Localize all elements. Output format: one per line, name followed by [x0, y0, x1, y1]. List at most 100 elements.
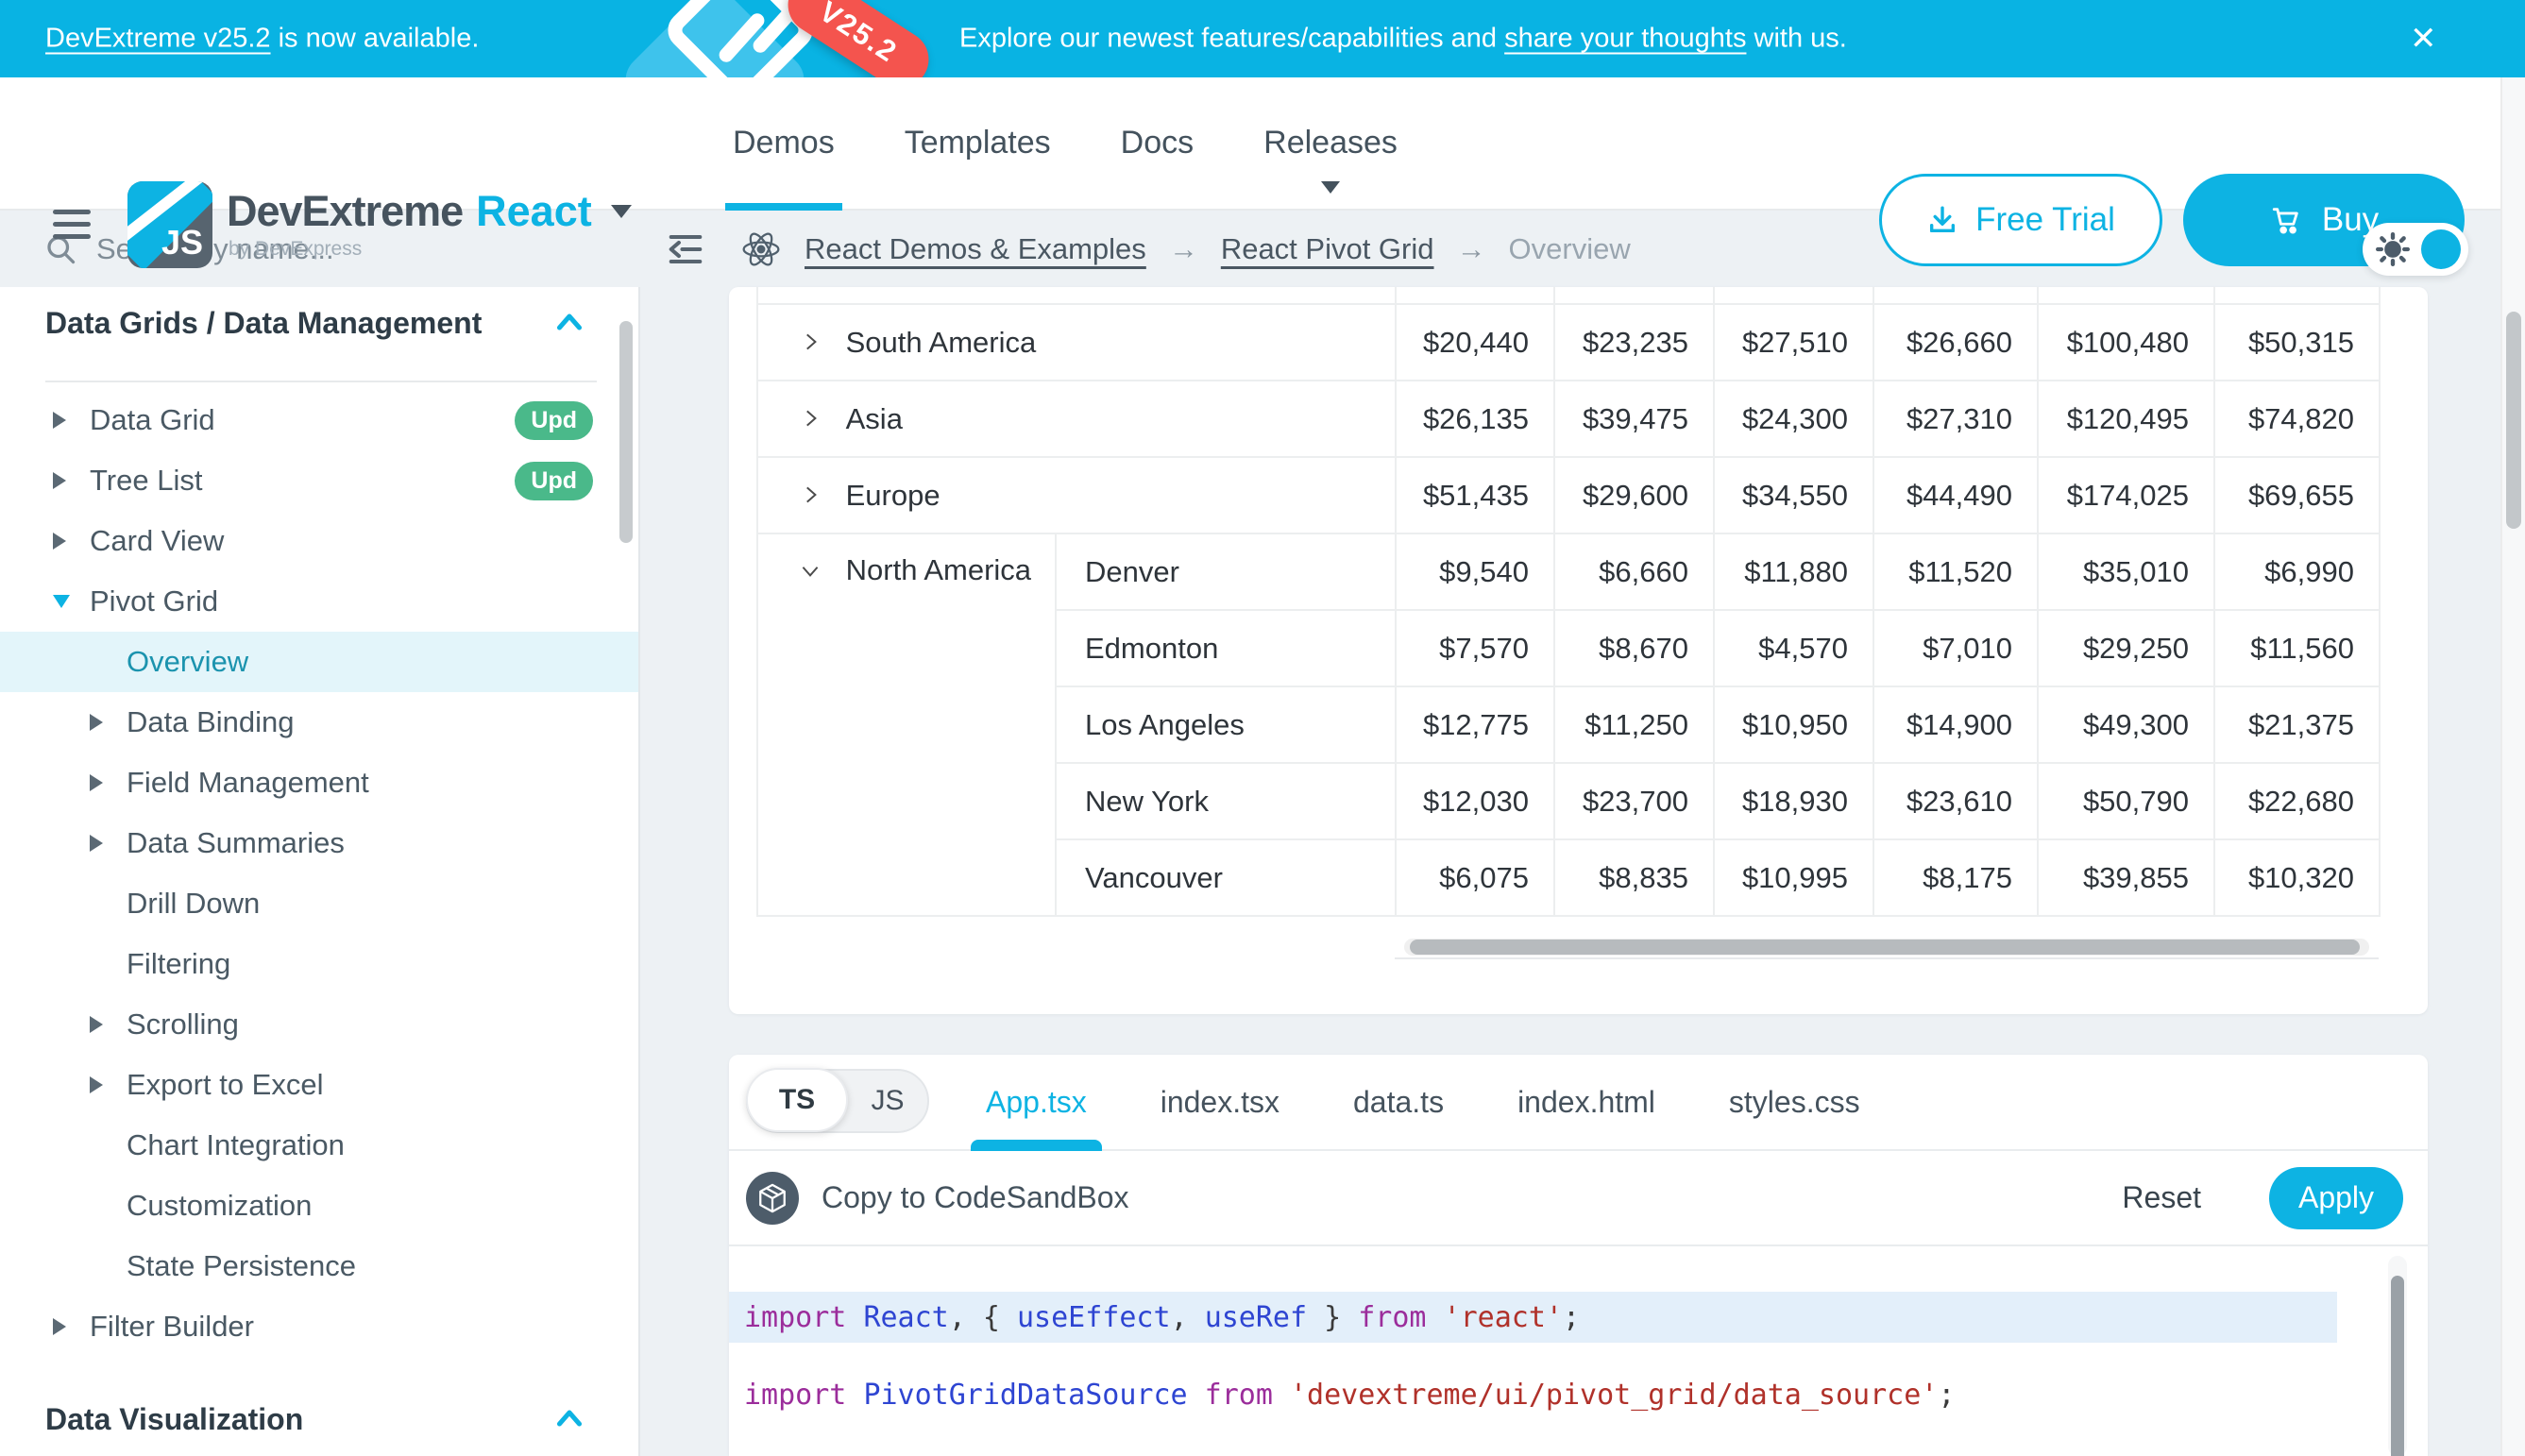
row-header-cell-north-america[interactable]: North America	[757, 533, 1056, 916]
codesandbox-icon[interactable]	[746, 1172, 799, 1225]
nav-releases[interactable]: Releases	[1263, 77, 1398, 209]
sidebar-item-filter-builder[interactable]: Filter Builder	[0, 1296, 638, 1357]
value-cell[interactable]: $44,490	[1873, 457, 2038, 533]
copy-to-codesandbox-label[interactable]: Copy to CodeSandBox	[822, 1180, 1129, 1215]
value-cell[interactable]: $8,175	[1873, 839, 2038, 916]
value-cell[interactable]: $49,300	[2038, 686, 2214, 763]
scrollbar-thumb[interactable]	[1410, 940, 2360, 955]
sidebar-item-scrolling[interactable]: Scrolling	[0, 994, 638, 1055]
value-cell[interactable]: $6,075	[1396, 839, 1554, 916]
sidebar-item-data-binding[interactable]: Data Binding	[0, 692, 638, 753]
city-cell[interactable]: Denver	[1056, 533, 1396, 610]
code-scrollbar[interactable]	[2388, 1256, 2407, 1456]
value-cell[interactable]: $26,135	[1396, 381, 1554, 457]
sidebar-item-filtering[interactable]: Filtering	[0, 934, 638, 994]
apply-button[interactable]: Apply	[2269, 1167, 2403, 1229]
value-cell[interactable]: $51,435	[1396, 457, 1554, 533]
value-cell[interactable]: $39,855	[2038, 839, 2214, 916]
theme-toggle[interactable]	[2363, 223, 2468, 276]
value-cell[interactable]: $24,300	[1714, 381, 1873, 457]
tab-data-ts[interactable]: data.ts	[1353, 1055, 1444, 1149]
breadcrumb-demos-link[interactable]: React Demos & Examples	[805, 232, 1146, 266]
value-cell[interactable]: $74,820	[2214, 381, 2380, 457]
value-cell[interactable]: $23,700	[1554, 763, 1714, 839]
value-cell[interactable]: $11,520	[1873, 533, 2038, 610]
value-cell[interactable]: $14,900	[1873, 686, 2038, 763]
value-cell[interactable]: $4,570	[1714, 610, 1873, 686]
city-cell[interactable]: Edmonton	[1056, 610, 1396, 686]
value-cell[interactable]: $23,610	[1873, 763, 2038, 839]
expand-chevron-right-icon[interactable]	[798, 406, 822, 431]
value-cell[interactable]: $120,495	[2038, 381, 2214, 457]
value-cell[interactable]: $11,250	[1554, 686, 1714, 763]
value-cell[interactable]: $174,025	[2038, 457, 2214, 533]
value-cell[interactable]: $7,010	[1873, 610, 2038, 686]
value-cell[interactable]: $10,320	[2214, 839, 2380, 916]
sidebar-item-chart-integration[interactable]: Chart Integration	[0, 1115, 638, 1176]
value-cell[interactable]: $50,790	[2038, 763, 2214, 839]
value-cell[interactable]: $6,660	[1554, 533, 1714, 610]
platform-dropdown-caret-icon[interactable]	[611, 205, 632, 218]
language-ts-option[interactable]: TS	[746, 1068, 848, 1132]
devextreme-logo[interactable]: JS	[127, 181, 212, 268]
value-cell[interactable]: $7,570	[1396, 610, 1554, 686]
sidebar-section-data-visualization[interactable]: Data Visualization	[0, 1383, 638, 1437]
breadcrumb-pivot-grid-link[interactable]: React Pivot Grid	[1221, 232, 1434, 266]
value-cell[interactable]: $11,880	[1714, 533, 1873, 610]
expand-chevron-right-icon[interactable]	[798, 330, 822, 354]
tab-app-tsx[interactable]: App.tsx	[986, 1055, 1087, 1149]
sidebar-item-state-persistence[interactable]: State Persistence	[0, 1236, 638, 1296]
value-cell[interactable]: $10,950	[1714, 686, 1873, 763]
value-cell[interactable]: $34,550	[1714, 457, 1873, 533]
scrollbar-track[interactable]	[1404, 939, 2369, 956]
value-cell[interactable]: $21,375	[2214, 686, 2380, 763]
sidebar-item-field-management[interactable]: Field Management	[0, 753, 638, 813]
nav-demos[interactable]: Demos	[733, 77, 835, 209]
sidebar-section-data-grids[interactable]: Data Grids / Data Management	[0, 287, 638, 341]
hamburger-menu-icon[interactable]	[53, 210, 91, 246]
page-scrollbar[interactable]	[2500, 77, 2525, 1456]
sidebar-scrollbar[interactable]	[618, 287, 635, 1456]
row-header-cell[interactable]: South America	[757, 304, 1396, 381]
nav-templates[interactable]: Templates	[905, 77, 1051, 209]
nav-docs[interactable]: Docs	[1121, 77, 1194, 209]
value-cell[interactable]: $8,835	[1554, 839, 1714, 916]
sidebar-item-customization[interactable]: Customization	[0, 1176, 638, 1236]
brand[interactable]: DevExtreme React	[227, 187, 632, 236]
sidebar-scrollbar-thumb[interactable]	[619, 321, 633, 543]
reset-button[interactable]: Reset	[2122, 1180, 2201, 1215]
share-thoughts-link[interactable]: share your thoughts	[1504, 24, 1746, 54]
value-cell[interactable]: $39,475	[1554, 381, 1714, 457]
pivot-horizontal-scrollbar[interactable]	[1395, 935, 2379, 959]
value-cell[interactable]: $9,540	[1396, 533, 1554, 610]
row-header-cell[interactable]: Asia	[757, 381, 1396, 457]
row-header-cell[interactable]: Europe	[757, 457, 1396, 533]
value-cell[interactable]: $50,315	[2214, 304, 2380, 381]
code-editor[interactable]: import React, { useEffect, useRef } from…	[729, 1246, 2428, 1456]
value-cell[interactable]: $20,440	[1396, 304, 1554, 381]
sidebar-item-card-view[interactable]: Card View	[0, 511, 638, 571]
value-cell[interactable]: $6,990	[2214, 533, 2380, 610]
sidebar-item-pivot-grid[interactable]: Pivot Grid	[0, 571, 638, 632]
tab-index-tsx[interactable]: index.tsx	[1161, 1055, 1279, 1149]
value-cell[interactable]: $12,030	[1396, 763, 1554, 839]
value-cell[interactable]: $27,310	[1873, 381, 2038, 457]
value-cell[interactable]: $26,660	[1873, 304, 2038, 381]
city-cell[interactable]: Vancouver	[1056, 839, 1396, 916]
value-cell[interactable]: $11,560	[2214, 610, 2380, 686]
value-cell[interactable]: $10,995	[1714, 839, 1873, 916]
value-cell[interactable]: $27,510	[1714, 304, 1873, 381]
city-cell[interactable]: Los Angeles	[1056, 686, 1396, 763]
value-cell[interactable]: $29,250	[2038, 610, 2214, 686]
value-cell[interactable]: $22,680	[2214, 763, 2380, 839]
sidebar-item-drill-down[interactable]: Drill Down	[0, 873, 638, 934]
sidebar-item-tree-list[interactable]: Tree List Upd	[0, 450, 638, 511]
value-cell[interactable]: $29,600	[1554, 457, 1714, 533]
collapse-panel-icon[interactable]	[667, 232, 704, 266]
sidebar-item-data-summaries[interactable]: Data Summaries	[0, 813, 638, 873]
language-js-option[interactable]: JS	[848, 1085, 927, 1117]
city-cell[interactable]: New York	[1056, 763, 1396, 839]
sidebar-item-export-to-excel[interactable]: Export to Excel	[0, 1055, 638, 1115]
value-cell[interactable]: $100,480	[2038, 304, 2214, 381]
sidebar-item-data-grid[interactable]: Data Grid Upd	[0, 390, 638, 450]
